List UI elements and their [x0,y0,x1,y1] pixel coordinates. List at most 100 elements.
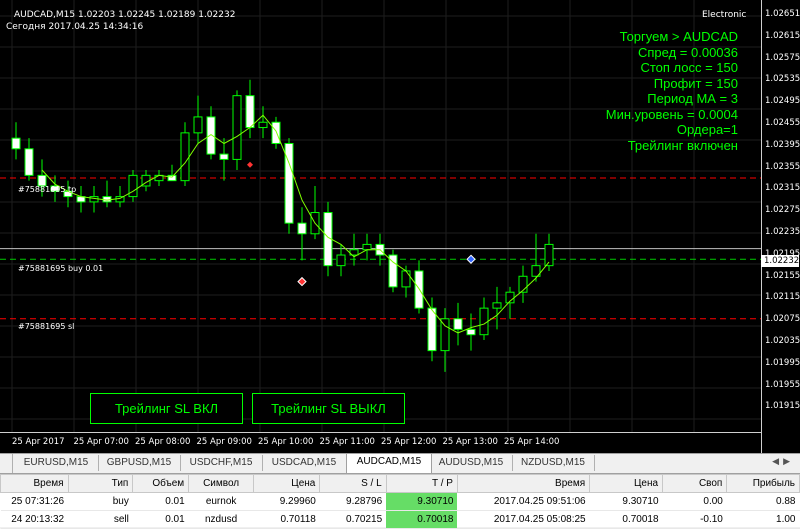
candle-bearish [271,121,281,144]
info-line: Спред = 0.00036 [638,44,738,60]
order-cell: sell [68,510,133,529]
orders-header-cell[interactable]: Цена [253,474,321,493]
order-cell: 0.88 [726,492,800,511]
order-cell: 25 07:31:26 [0,492,69,511]
orders-header-cell[interactable]: S / L [319,474,387,493]
tab-audusd-m15[interactable]: AUDUSD,M15 [430,455,513,471]
price-tick-label: 1.02235 [765,227,800,237]
price-tick-label: 1.02115 [765,292,800,303]
tabs-left-spacer [0,454,13,473]
candle-bearish [297,222,307,235]
tab-audcad-m15[interactable]: AUDCAD,M15 [346,453,432,473]
trailing-off-button[interactable]: Трейлинг SL ВЫКЛ [252,393,405,424]
order-cell: 9.29960 [253,492,320,511]
candle-bullish [479,307,489,336]
price-tick-label: 1.02495 [765,96,800,107]
order-row[interactable]: 25 07:31:26 buy 0.01 eurnok 9.29960 9.28796 9.… [0,492,800,511]
trailing-on-button[interactable]: Трейлинг SL ВКЛ [90,393,243,424]
order-cell: 2017.04.25 09:51:06 [457,492,590,511]
order-close-marker [297,276,307,287]
info-line: Ордера=1 [676,122,738,137]
tab-eurusd-m15[interactable]: EURUSD,M15 [14,455,99,471]
info-line: Мин.уровень = 0.0004 [605,106,738,122]
time-tick-label: 25 Apr 12:00 [381,437,437,447]
tab-usdcad-m15[interactable]: USDCAD,M15 [262,455,347,471]
time-tick-label: 25 Apr 2017 [12,437,65,447]
info-line: Период МА = 3 [647,91,738,106]
orders-header-cell[interactable]: Время [0,474,69,493]
candle-bullish [492,302,502,309]
candle-bullish [232,95,242,160]
time-tick-label: 25 Apr 08:00 [135,437,191,447]
candle-bearish [245,95,255,129]
sl-level-label: #75881695 sl [18,322,75,331]
orders-header-cell[interactable]: Цена [589,474,664,493]
candle-bearish [206,116,216,155]
time-tick-label: 25 Apr 14:00 [504,437,560,447]
current-price-label: 1.02232 [761,255,799,267]
orders-header-cell[interactable]: Своп [662,474,728,493]
price-tick-label: 1.02575 [765,52,800,63]
tab-usdchf-m15[interactable]: USDCHF,M15 [180,455,263,471]
chart-symbol-header: AUDCAD,M15 1.02203 1.02245 1.02189 1.022… [14,10,236,20]
time-tick-label: 25 Apr 10:00 [258,437,314,447]
time-axis[interactable]: 25 Apr 2017 25 Apr 07:00 25 Apr 08:00 25 Ap… [0,432,761,453]
order-cell: 2017.04.25 05:08:25 [457,510,590,529]
candle-bearish [466,328,476,336]
chart-date-header: Сегодня 2017.04.25 14:34:16 [6,22,144,32]
time-tick-label: 25 Apr 07:00 [73,437,129,447]
order-cell: 9.30710 [386,492,458,511]
order-cell: 9.30710 [589,492,663,511]
order-row[interactable]: 24 20:13:32 sell 0.01 nzdusd 0.70118 0.70215 0… [0,510,800,529]
price-tick-label: 1.02155 [765,270,800,281]
order-cell: -0.10 [662,510,727,529]
orders-header-cell[interactable]: Объем [132,474,190,493]
orders-header-cell[interactable]: Время [456,474,591,493]
order-cell: 0.01 [132,492,189,511]
orders-header-cell[interactable]: Прибыль [726,474,800,493]
tab-nzdusd-m15[interactable]: NZDUSD,M15 [512,455,595,471]
chart-tabs-bar: EURUSD,M15 GBPUSD,M15 USDCHF,M15 USDCAD,M15… [0,453,800,474]
candle-bearish [219,153,229,160]
orders-header-cell[interactable]: T / P [385,474,458,493]
time-tick-label: 25 Apr 13:00 [442,437,498,447]
candle-bearish [453,318,463,330]
price-tick-label: 1.01955 [765,379,800,390]
buy-entry-marker [466,254,476,264]
info-line: Трейлинг включен [627,137,738,153]
order-cell: 1.00 [726,510,800,529]
candle-bullish [180,132,190,182]
price-axis[interactable]: 1.02651 1.02615 1.02575 1.02535 1.02495 1.024… [761,0,800,453]
chart-window[interactable]: AUDCAD,M15 1.02203 1.02245 1.02189 1.022… [0,0,800,453]
price-tick-label: 1.01995 [765,357,800,368]
time-tick-label: 25 Apr 11:00 [319,437,375,447]
order-cell: 9.28796 [319,492,387,511]
order-cell: 0.70215 [319,510,387,529]
candle-bearish [11,137,21,150]
order-cell: eurnok [188,492,254,511]
price-tick-label: 1.02615 [765,30,800,41]
price-tick-label: 1.02455 [765,118,800,128]
price-tick-label: 1.02275 [765,205,800,216]
candle-bullish [128,174,138,198]
orders-header-cell[interactable]: Символ [188,474,255,493]
candle-bullish [440,318,450,352]
moving-average-line [41,114,550,334]
candle-bullish [401,270,411,288]
order-cell: 24 20:13:32 [0,510,69,529]
price-tick-label: 1.02315 [765,183,800,194]
tab-gbpusd-m15[interactable]: GBPUSD,M15 [98,455,181,471]
candle-bullish [362,243,372,251]
candle-bearish [24,148,34,176]
tp-level-label: #75881695 tp [18,185,77,194]
candle-bullish [193,116,203,134]
tab-scroll-arrows-icon[interactable]: ◀▶ [772,456,794,467]
info-line: Стоп лосс = 150 [640,60,738,75]
price-tick-label: 1.02075 [765,314,800,325]
candle-bullish [336,254,346,267]
order-cell: nzdusd [188,510,254,529]
order-cell: 0.01 [132,510,189,529]
orders-header-cell[interactable]: Тип [67,474,134,493]
info-line: Профит = 150 [653,75,738,91]
price-tick-label: 1.02651 [765,9,800,19]
